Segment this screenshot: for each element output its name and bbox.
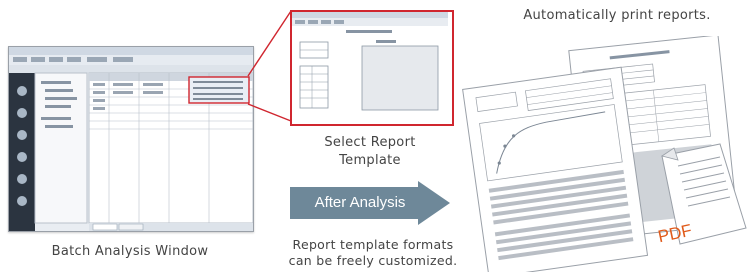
printed-reports-stack bbox=[462, 36, 747, 272]
template-preview bbox=[292, 12, 448, 120]
report-template-zoom bbox=[290, 10, 454, 126]
after-analysis-label: After Analysis bbox=[314, 194, 406, 211]
customize-caption: Report template formats can be freely cu… bbox=[288, 237, 458, 268]
select-template-caption: Select Report Template bbox=[324, 135, 416, 168]
batch-window-caption: Batch Analysis Window bbox=[51, 244, 209, 259]
front-report-page bbox=[462, 66, 649, 272]
